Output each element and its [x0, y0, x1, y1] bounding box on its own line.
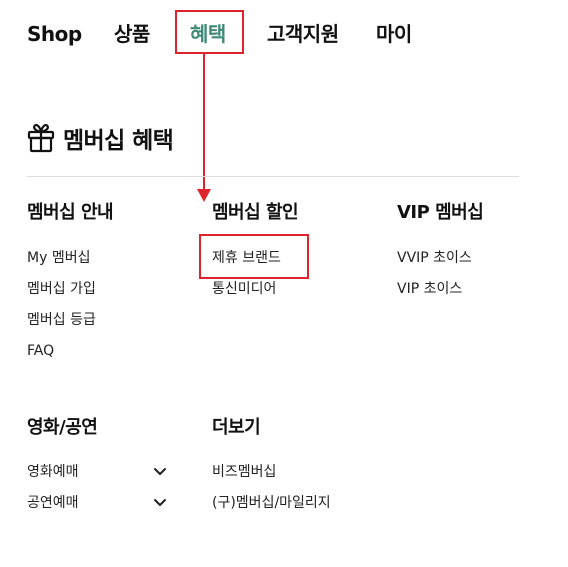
annotation-arrow-head	[197, 189, 211, 202]
link-vip-choice[interactable]: VIP 초이스	[397, 279, 462, 299]
column-title-membership-guide: 멤버십 안내	[27, 202, 114, 223]
gift-icon	[27, 123, 55, 153]
link-my-membership[interactable]: My 멤버십	[27, 248, 90, 268]
link-telecom-media[interactable]: 통신미디어	[212, 279, 276, 299]
link-vvip-choice[interactable]: VVIP 초이스	[397, 248, 472, 268]
column-title-vip-membership: VIP 멤버십	[397, 202, 484, 223]
link-old-membership-mileage[interactable]: (구)멤버십/마일리지	[212, 493, 331, 513]
column-title-movie-show: 영화/공연	[27, 417, 98, 438]
section-header: 멤버십 혜택	[27, 120, 174, 156]
chevron-down-icon	[154, 468, 166, 475]
chevron-down-icon	[154, 499, 166, 506]
link-faq[interactable]: FAQ	[27, 341, 54, 361]
link-biz-membership[interactable]: 비즈멤버십	[212, 462, 276, 482]
dropdown-label: 공연예매	[27, 495, 79, 511]
dropdown-show-booking[interactable]: 공연예매	[27, 493, 167, 513]
section-divider	[27, 176, 519, 177]
top-navigation: Shop 상품 혜택 고객지원 마이	[0, 0, 568, 68]
nav-item-shop[interactable]: Shop	[27, 20, 82, 48]
column-title-more: 더보기	[212, 417, 261, 438]
nav-item-products[interactable]: 상품	[114, 20, 150, 48]
annotation-arrow-line	[203, 54, 205, 191]
link-membership-join[interactable]: 멤버십 가입	[27, 279, 96, 299]
nav-item-benefits[interactable]: 혜택	[190, 20, 226, 48]
section-title: 멤버십 혜택	[63, 128, 174, 154]
dropdown-label: 영화예매	[27, 464, 79, 480]
nav-item-my[interactable]: 마이	[376, 20, 412, 48]
column-title-membership-discount: 멤버십 할인	[212, 202, 299, 223]
dropdown-movie-booking[interactable]: 영화예매	[27, 462, 167, 482]
link-partner-brand[interactable]: 제휴 브랜드	[212, 248, 281, 268]
nav-item-customer-support[interactable]: 고객지원	[267, 20, 339, 48]
link-membership-grade[interactable]: 멤버십 등급	[27, 310, 96, 330]
